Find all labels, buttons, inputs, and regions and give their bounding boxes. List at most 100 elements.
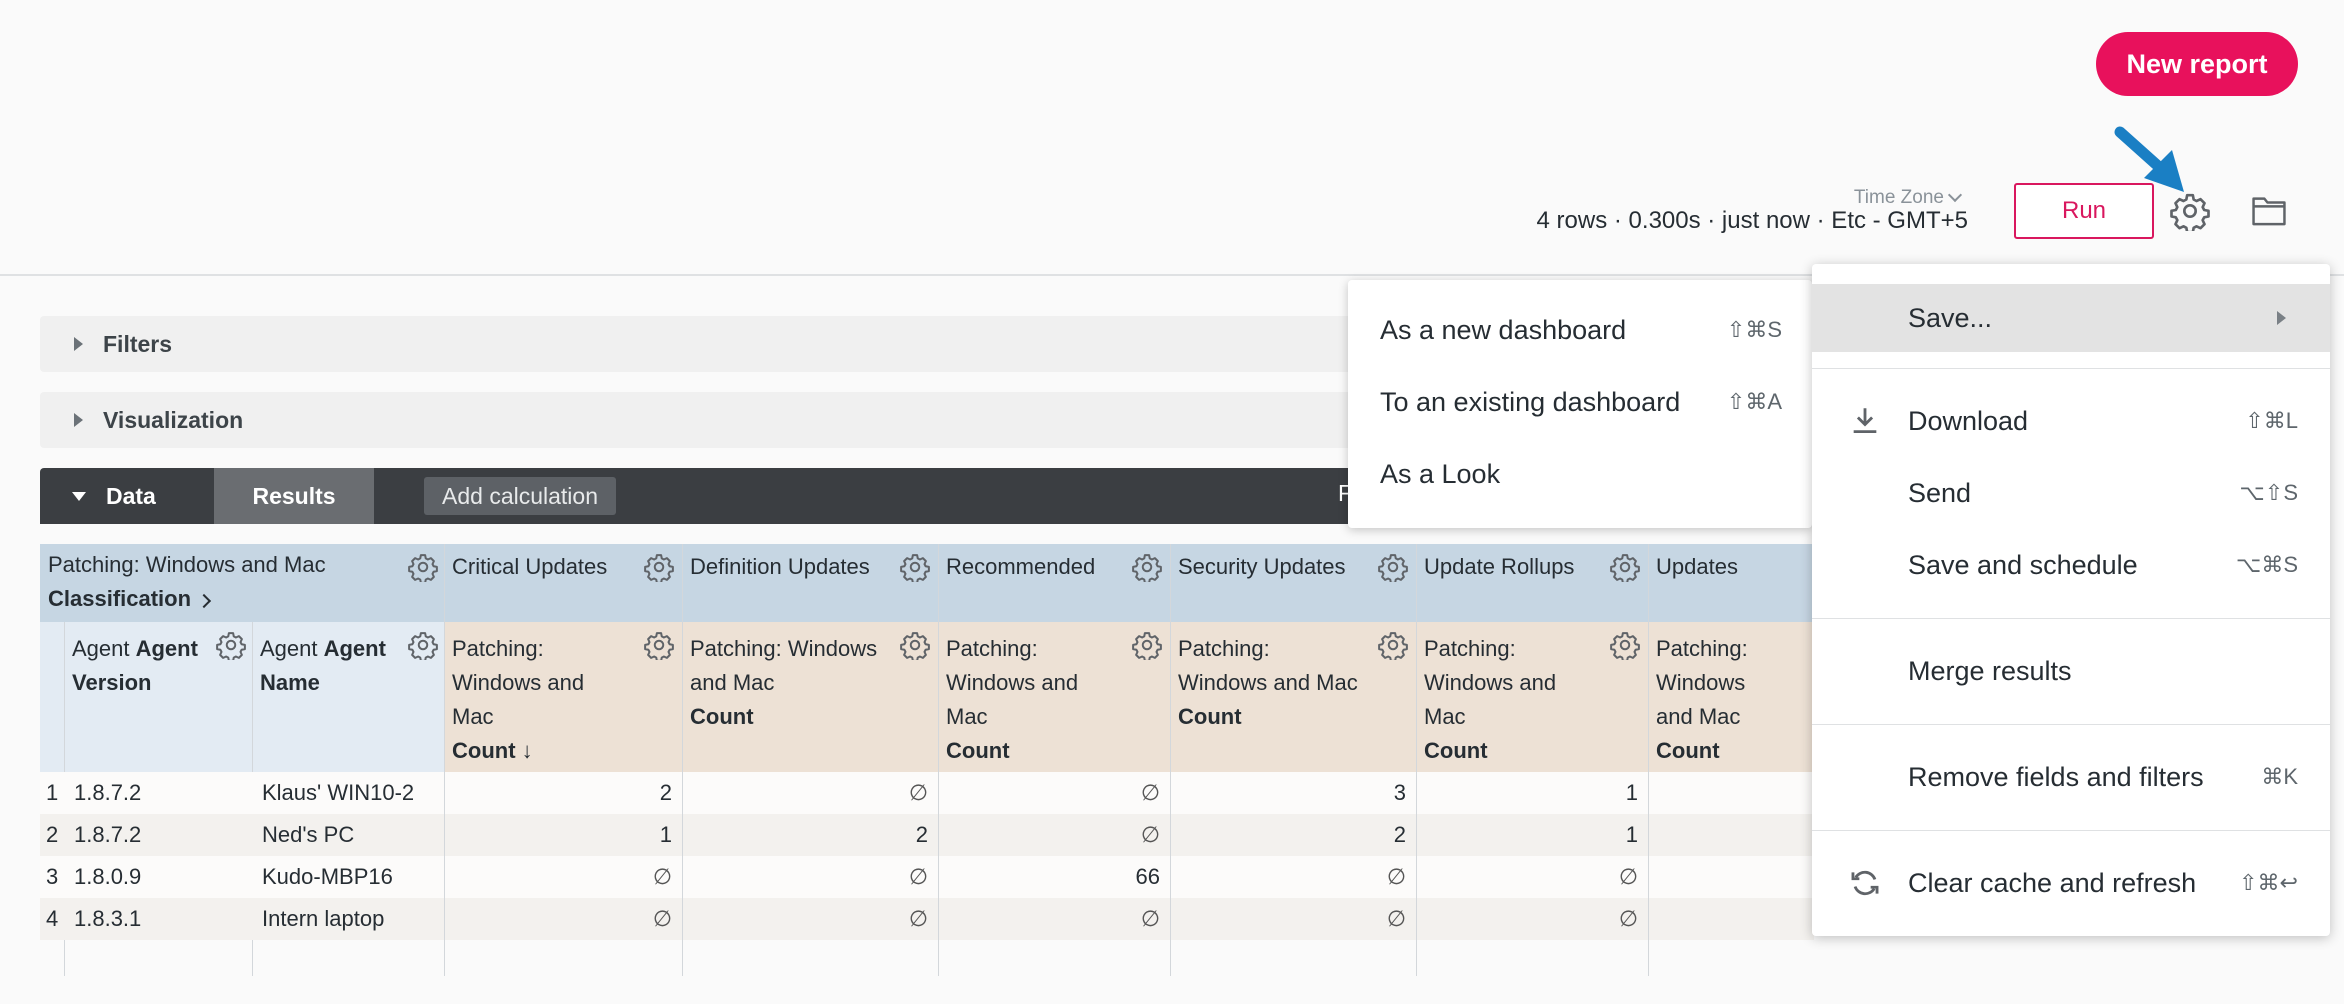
measure-view-label: Patching: Windows and Mac (946, 636, 1079, 729)
count-cell: ∅ (908, 780, 928, 805)
visualization-panel-toggle[interactable]: Visualization (40, 392, 1440, 448)
menu-item-save[interactable]: Save... (1812, 284, 2330, 352)
menu-item-download[interactable]: Download ⇧⌘L (1812, 390, 2330, 452)
count-cell: 2 (1393, 822, 1406, 847)
pivot-column-header[interactable]: Critical Updates (444, 544, 642, 590)
menu-item-label: Save... (1908, 302, 1993, 333)
row-number: 1 (46, 780, 59, 805)
pivot-column-header[interactable]: Update Rollups (1416, 544, 1608, 590)
pivot-column-header[interactable]: Updates (1648, 544, 1774, 590)
menu-item-label: As a Look (1380, 458, 1501, 489)
dimension-header-agent-version[interactable]: Agent Agent Version (64, 626, 224, 706)
menu-item-send[interactable]: Send ⌥⇧S (1812, 462, 2330, 524)
count-cell: 2 (659, 780, 672, 805)
add-calculation-button[interactable]: Add calculation (424, 477, 616, 515)
gear-icon[interactable] (408, 552, 438, 582)
menu-item-remove-fields[interactable]: Remove fields and filters ⌘K (1812, 746, 2330, 808)
dimension-header-agent-name[interactable]: Agent Agent Name (252, 626, 412, 706)
gear-icon[interactable] (1378, 552, 1408, 582)
data-bar: Data Results Add calculation F (40, 468, 1440, 524)
tab-results[interactable]: Results (214, 468, 374, 524)
count-cell: ∅ (908, 906, 928, 931)
save-as-look[interactable]: As a Look (1380, 454, 1782, 494)
refresh-icon (1851, 870, 1879, 896)
chevron-right-icon (197, 593, 212, 609)
gear-icon[interactable] (1378, 630, 1408, 660)
menu-item-label: Send (1908, 477, 1972, 508)
gear-icon[interactable] (1132, 552, 1162, 582)
count-cell: ∅ (1140, 906, 1160, 931)
measure-view-label: Patching: Windows and Mac (1178, 636, 1358, 695)
agent-version-cell: 1.8.3.1 (74, 906, 142, 931)
gear-icon[interactable] (900, 552, 930, 582)
measure-view-label: Patching: Windows and Mac (690, 636, 878, 695)
chevron-down-icon (1947, 187, 1963, 203)
annotation-arrow-icon (2114, 126, 2184, 192)
count-cell: 1 (1625, 780, 1638, 805)
menu-item-save-and-schedule[interactable]: Save and schedule ⌥⌘S (1812, 534, 2330, 596)
menu-item-label: As a new dashboard (1380, 314, 1627, 345)
measure-view-label: Patching: Windows and Mac (452, 636, 585, 729)
count-cell: 66 (1135, 864, 1160, 889)
gear-icon[interactable] (216, 630, 246, 660)
pivot-column-header[interactable]: Security Updates (1170, 544, 1376, 590)
measure-field-label: Count ↓ (452, 738, 533, 763)
gear-icon[interactable] (1610, 630, 1640, 660)
run-info: 4 rows · 0.300s · just now · Etc - GMT+5 (1536, 207, 1968, 234)
count-cell: ∅ (1140, 780, 1160, 805)
save-to-existing-dashboard[interactable]: To an existing dashboard ⇧⌘A (1380, 382, 1782, 422)
count-cell: ∅ (1386, 906, 1406, 931)
shortcut-label: ⇧⌘L (2245, 408, 2298, 433)
shortcut-label: ⇧⌘A (1726, 389, 1782, 414)
menu-divider (1812, 368, 2330, 369)
measure-column-header[interactable]: Patching: Windows and Mac Count ↓ (444, 626, 636, 774)
measure-column-header[interactable]: Patching: Windows and Mac Count (682, 626, 892, 740)
measure-column-header[interactable]: Patching: Windows and Mac Count (1170, 626, 1370, 740)
count-cell: 2 (915, 822, 928, 847)
row-number: 2 (46, 822, 59, 847)
count-cell: ∅ (1618, 906, 1638, 931)
count-cell: ∅ (908, 864, 928, 889)
new-report-button[interactable]: New report (2096, 32, 2298, 96)
agent-name-cell: Klaus' WIN10-2 (262, 780, 415, 805)
gear-icon[interactable] (644, 630, 674, 660)
menu-item-label: Clear cache and refresh (1908, 867, 2197, 898)
pivot-label: Patching: Windows and Mac (48, 552, 326, 577)
timezone-label: Time Zone (1853, 187, 1944, 208)
gear-icon[interactable] (644, 552, 674, 582)
pivot-label-cell: Patching: Windows and Mac Classification (40, 544, 444, 622)
measure-column-header[interactable]: Patching: Windows and Mac Count (1648, 626, 1768, 774)
menu-item-label: To an existing dashboard (1380, 386, 1681, 417)
gear-icon[interactable] (1132, 630, 1162, 660)
count-cell: ∅ (1618, 864, 1638, 889)
menu-divider (1812, 830, 2330, 831)
column-divider (1648, 544, 1649, 976)
menu-item-merge-results[interactable]: Merge results (1812, 640, 2330, 702)
menu-item-label: Merge results (1908, 655, 2072, 686)
measure-field-label: Count (1656, 738, 1720, 763)
measure-view-label: Patching: Windows and Mac (1424, 636, 1557, 729)
measure-column-header[interactable]: Patching: Windows and Mac Count (1416, 626, 1602, 774)
agent-version-cell: 1.8.7.2 (74, 822, 142, 847)
pivot-column-header[interactable]: Definition Updates (682, 544, 898, 590)
measure-field-label: Count (1178, 704, 1242, 729)
gear-icon[interactable] (408, 630, 438, 660)
filters-panel-toggle[interactable]: Filters (40, 316, 1440, 372)
save-submenu: As a new dashboard ⇧⌘S To an existing da… (1348, 280, 1812, 528)
shortcut-label: ⌘K (2261, 764, 2298, 789)
measure-column-header[interactable]: Patching: Windows and Mac Count (938, 626, 1124, 774)
folder-icon[interactable] (2250, 194, 2288, 228)
pivot-column-header[interactable]: Recommended (938, 544, 1130, 590)
gear-icon[interactable] (900, 630, 930, 660)
shortcut-label: ⌥⇧S (2239, 480, 2298, 505)
filters-label: Filters (103, 330, 173, 357)
chevron-down-icon (72, 491, 86, 501)
gear-icon[interactable] (1610, 552, 1640, 582)
save-as-new-dashboard[interactable]: As a new dashboard ⇧⌘S (1380, 310, 1782, 350)
menu-item-label: Remove fields and filters (1908, 761, 2204, 792)
chevron-right-icon (74, 337, 83, 351)
count-cell: 1 (1625, 822, 1638, 847)
chevron-right-icon (2277, 311, 2286, 325)
data-panel-toggle[interactable]: Data (40, 468, 214, 524)
menu-item-clear-cache[interactable]: Clear cache and refresh ⇧⌘↩ (1812, 852, 2330, 914)
